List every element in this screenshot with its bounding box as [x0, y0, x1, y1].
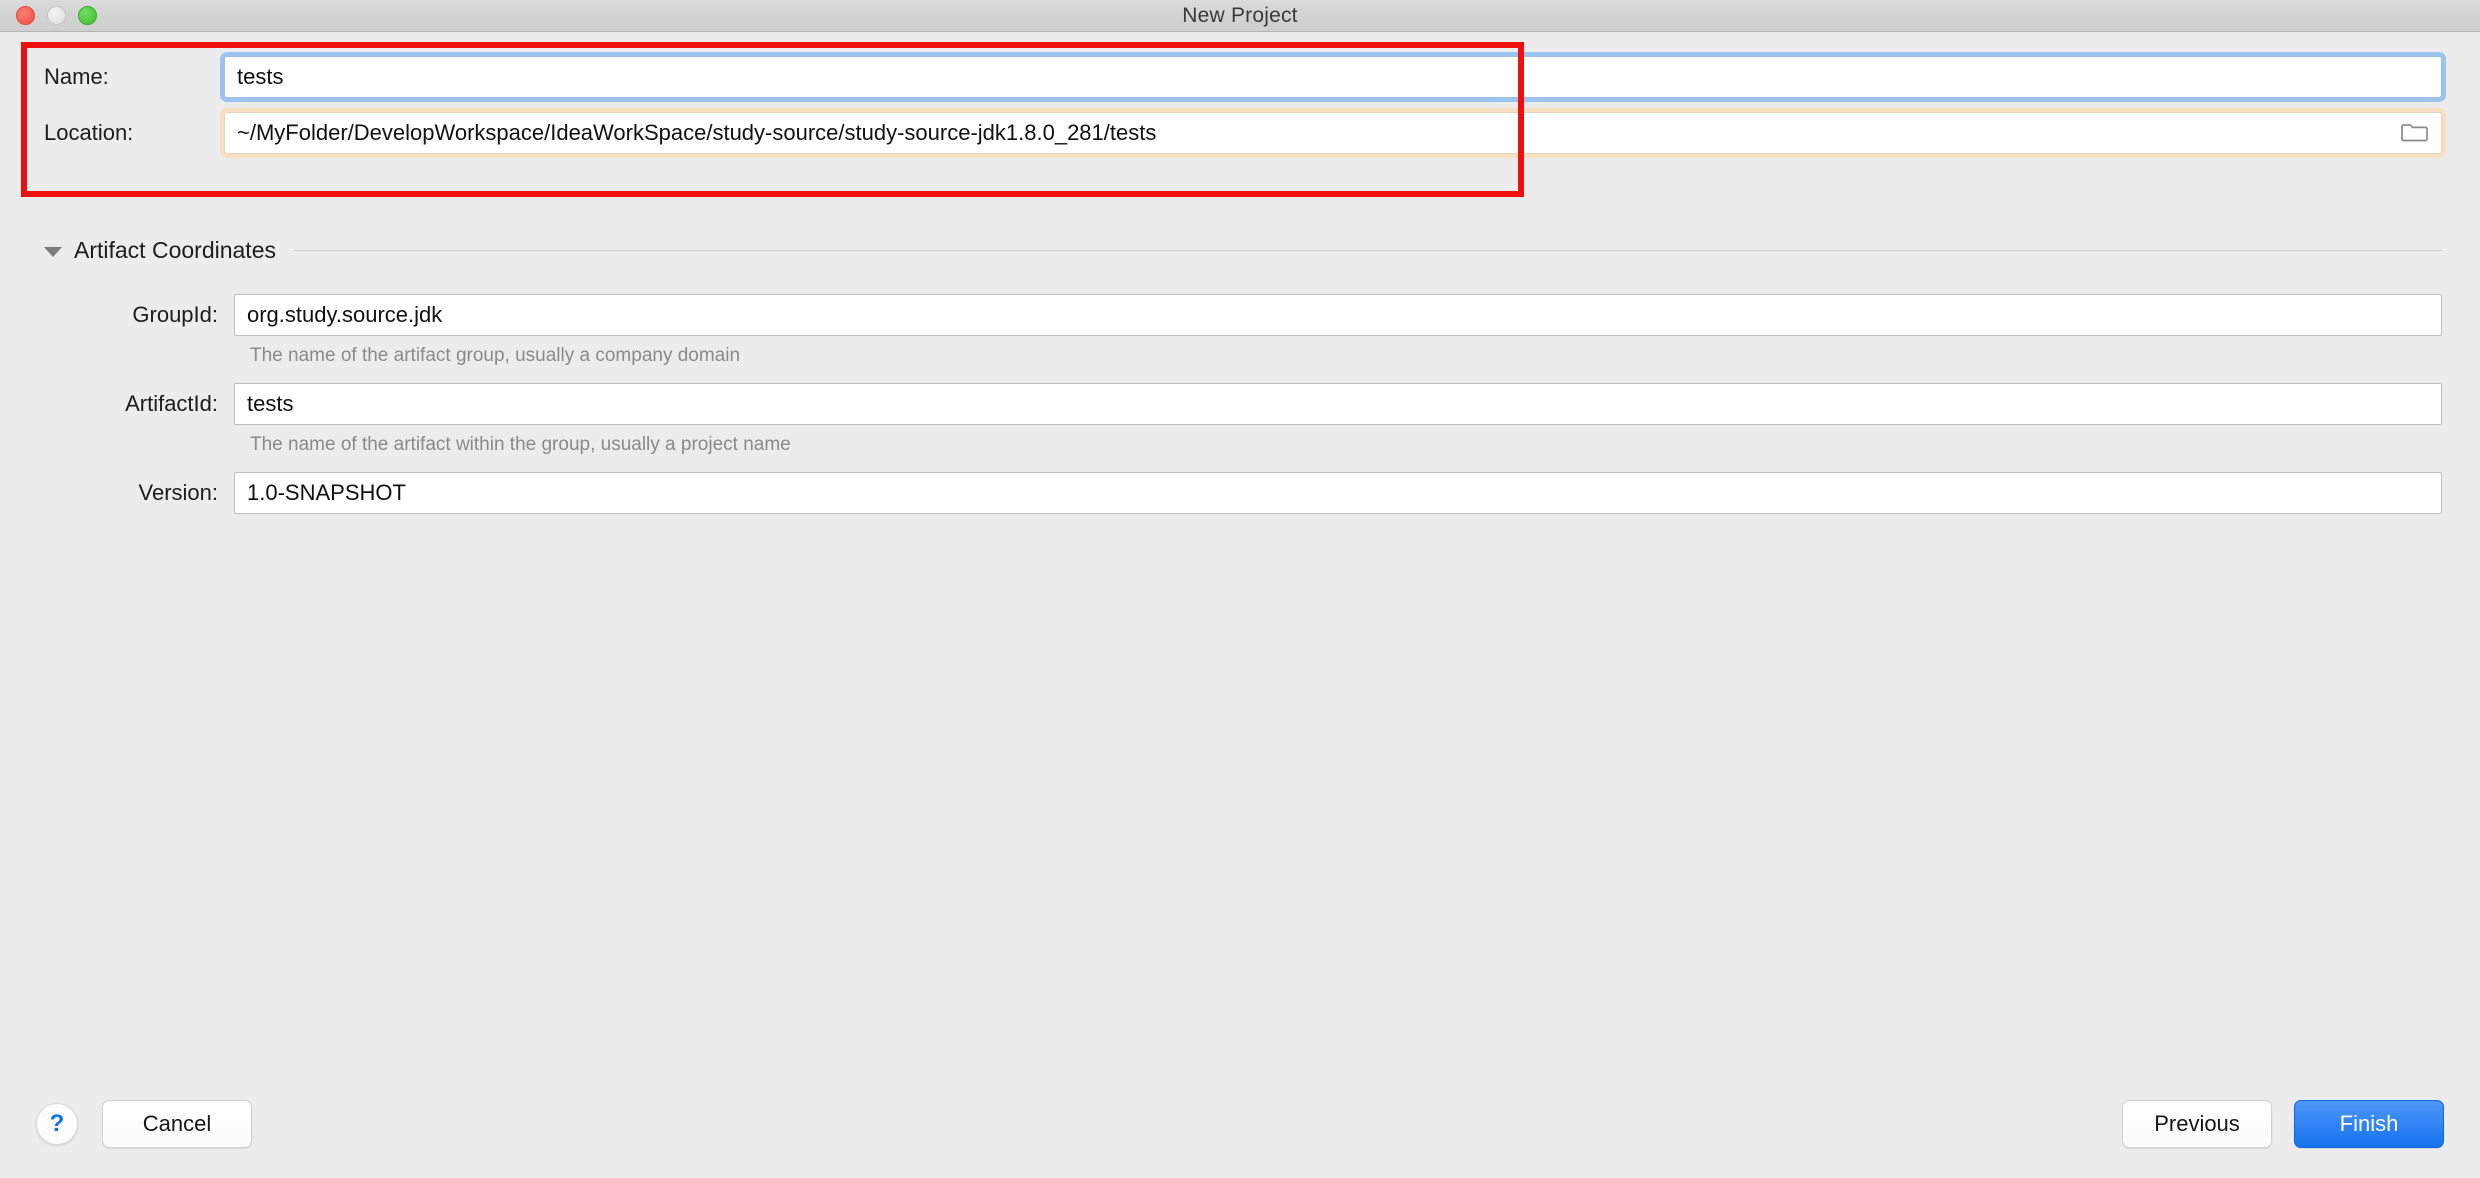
location-label: Location:	[44, 120, 134, 145]
artifactid-row: ArtifactId: tests	[44, 383, 2442, 425]
dialog-content: Name: tests Location: ~/MyFolder/Develop…	[0, 32, 2480, 1178]
help-button[interactable]: ?	[36, 1103, 78, 1145]
section-divider	[293, 250, 2442, 251]
groupid-hint: The name of the artifact group, usually …	[250, 345, 741, 366]
footer-right-group: Previous Finish	[2122, 1100, 2444, 1148]
location-input[interactable]: ~/MyFolder/DevelopWorkspace/IdeaWorkSpac…	[224, 112, 2442, 154]
zoom-button[interactable]	[78, 6, 97, 25]
dialog-footer: ? Cancel Previous Finish	[0, 1070, 2480, 1178]
version-row: Version: 1.0-SNAPSHOT	[44, 472, 2442, 514]
window-title: New Project	[1182, 3, 1298, 27]
new-project-dialog: New Project Name: tests Location: ~/MyFo…	[0, 0, 2480, 1178]
triangle-down-icon[interactable]	[44, 246, 62, 257]
artifactid-label: ArtifactId:	[125, 391, 218, 416]
location-input-wrap: ~/MyFolder/DevelopWorkspace/IdeaWorkSpac…	[224, 112, 2442, 154]
groupid-row: GroupId: org.study.source.jdk	[44, 294, 2442, 336]
traffic-lights	[16, 6, 97, 25]
version-input[interactable]: 1.0-SNAPSHOT	[234, 472, 2442, 514]
folder-icon[interactable]	[2398, 118, 2432, 148]
minimize-button[interactable]	[47, 6, 66, 25]
top-fields-group: Name: tests Location: ~/MyFolder/Develop…	[0, 32, 2480, 168]
name-input-wrap: tests	[224, 56, 2442, 98]
artifactid-input[interactable]: tests	[234, 383, 2442, 425]
artifact-coordinates-body: GroupId: org.study.source.jdk The name o…	[0, 294, 2480, 514]
previous-button[interactable]: Previous	[2122, 1100, 2272, 1148]
name-row: Name: tests	[0, 56, 2480, 98]
artifactid-hint: The name of the artifact within the grou…	[250, 434, 791, 455]
groupid-label: GroupId:	[132, 302, 218, 327]
groupid-input[interactable]: org.study.source.jdk	[234, 294, 2442, 336]
footer-left-group: ? Cancel	[36, 1100, 252, 1148]
name-label: Name:	[44, 64, 109, 89]
section-title: Artifact Coordinates	[74, 237, 276, 263]
version-label: Version:	[138, 480, 219, 505]
location-row: Location: ~/MyFolder/DevelopWorkspace/Id…	[0, 112, 2480, 154]
name-input[interactable]: tests	[224, 56, 2442, 98]
close-button[interactable]	[16, 6, 35, 25]
artifact-coordinates-header[interactable]: Artifact Coordinates	[44, 237, 2442, 264]
finish-button[interactable]: Finish	[2294, 1100, 2444, 1148]
title-bar: New Project	[0, 0, 2480, 32]
cancel-button[interactable]: Cancel	[102, 1100, 252, 1148]
